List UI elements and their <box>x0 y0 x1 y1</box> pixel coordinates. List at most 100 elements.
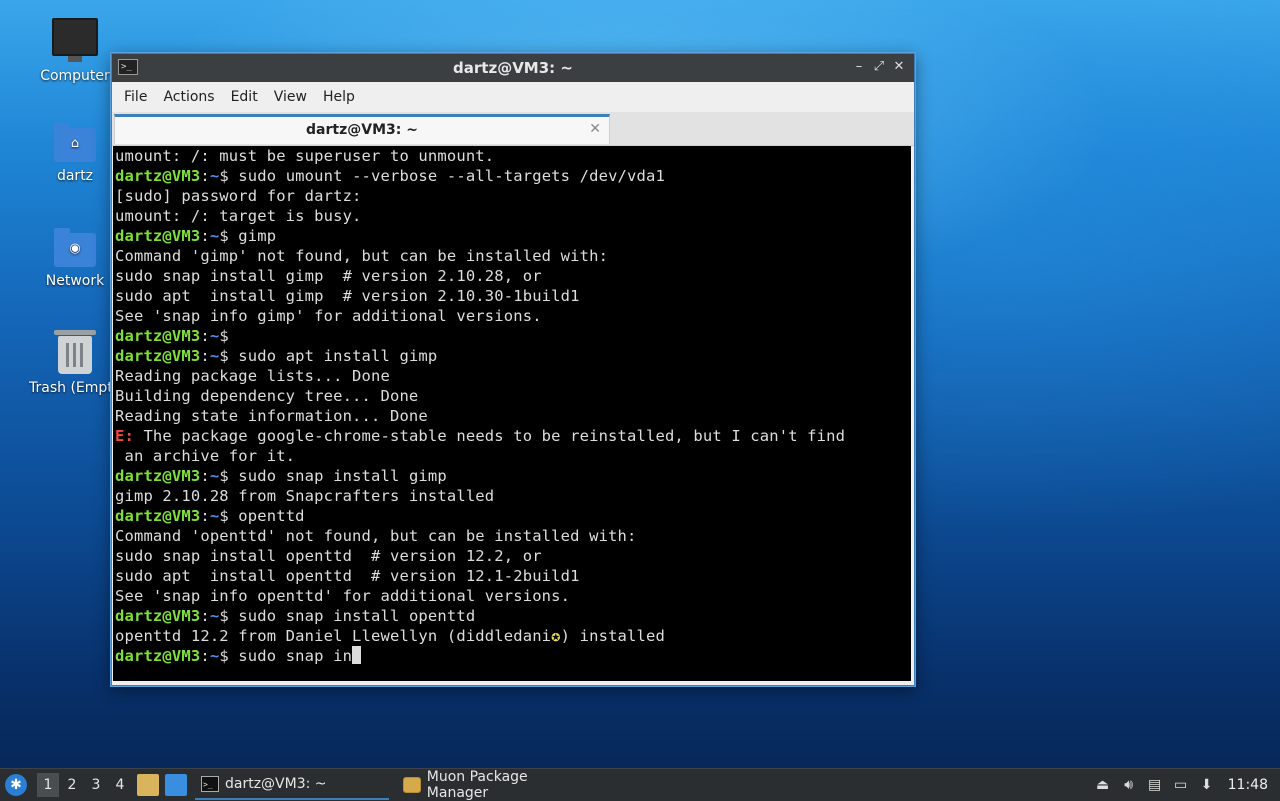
prompt-path: ~ <box>209 647 220 665</box>
minimize-button[interactable]: – <box>850 58 868 76</box>
terminal-line: an archive for it. <box>115 446 911 466</box>
tab-close-icon[interactable]: ✕ <box>589 120 601 138</box>
window-titlebar[interactable]: >_ dartz@VM3: ~ – ⤢ ✕ <box>112 54 914 82</box>
terminal-line: dartz@VM3:~$ gimp <box>115 226 911 246</box>
prompt-user: dartz@VM3 <box>115 347 201 365</box>
network-icon[interactable]: ▭ <box>1172 776 1190 794</box>
volume-icon[interactable]: 🔊︎ <box>1120 776 1138 794</box>
task-label: Muon Package Manager <box>426 769 528 801</box>
terminal-line: Command 'gimp' not found, but can be ins… <box>115 246 911 266</box>
output-text: ) installed <box>560 627 665 645</box>
menu-file[interactable]: File <box>116 82 155 112</box>
terminal-output[interactable]: umount: /: must be superuser to unmount.… <box>113 146 911 681</box>
monitor-icon <box>52 18 98 62</box>
terminal-line: dartz@VM3:~$ sudo apt install gimp <box>115 346 911 366</box>
maximize-button[interactable]: ⤢ <box>870 58 888 76</box>
desktop-icon-network[interactable]: ◉ Network <box>25 228 125 289</box>
terminal-line: dartz@VM3:~$ openttd <box>115 506 911 526</box>
command-text: gimp <box>238 227 277 245</box>
terminal-line: dartz@VM3:~$ sudo snap in <box>115 646 911 666</box>
workspace-1[interactable]: 1 <box>37 773 59 797</box>
terminal-line: dartz@VM3:~$ sudo snap install gimp <box>115 466 911 486</box>
output-text: [sudo] password for dartz: <box>115 187 362 205</box>
prompt-user: dartz@VM3 <box>115 647 201 665</box>
output-text: sudo snap install gimp # version 2.10.28… <box>115 267 542 285</box>
terminal-line: umount: /: must be superuser to unmount. <box>115 146 911 166</box>
tab-terminal[interactable]: dartz@VM3: ~ ✕ <box>114 114 610 144</box>
network-folder-icon: ◉ <box>54 228 96 267</box>
eject-icon[interactable]: ⏏ <box>1094 776 1112 794</box>
terminal-line: sudo snap install openttd # version 12.2… <box>115 546 911 566</box>
file-manager-icon[interactable] <box>137 774 159 796</box>
output-text: umount: /: must be superuser to unmount. <box>115 147 495 165</box>
prompt-user: dartz@VM3 <box>115 507 201 525</box>
prompt-path: ~ <box>209 347 220 365</box>
prompt-separator: : <box>200 227 210 245</box>
prompt-separator: : <box>200 347 210 365</box>
task-terminal[interactable]: >_ dartz@VM3: ~ <box>195 770 389 800</box>
desktop-icon-label: Network <box>45 273 105 289</box>
workspace-3[interactable]: 3 <box>85 773 107 797</box>
output-text: See 'snap info gimp' for additional vers… <box>115 307 542 325</box>
desktop-icon-trash[interactable]: Trash (Empt <box>25 330 125 396</box>
prompt-symbol: $ <box>219 647 239 665</box>
update-notifier-icon[interactable]: ⬇ <box>1198 776 1216 794</box>
command-text: sudo umount --verbose --all-targets /dev… <box>238 167 665 185</box>
terminal-line: E: The package google-chrome-stable need… <box>115 426 911 446</box>
terminal-line: Building dependency tree... Done <box>115 386 911 406</box>
prompt-separator: : <box>200 167 210 185</box>
workspace-2[interactable]: 2 <box>61 773 83 797</box>
taskbar: ✱ 1 2 3 4 >_ dartz@VM3: ~ Muon Package M… <box>0 768 1280 801</box>
desktop-icon-home[interactable]: ⌂ dartz <box>25 123 125 184</box>
error-prefix: E: <box>115 427 134 445</box>
output-text: sudo apt install openttd # version 12.1-… <box>115 567 580 585</box>
terminal-line: sudo apt install openttd # version 12.1-… <box>115 566 911 586</box>
terminal-line: openttd 12.2 from Daniel Llewellyn (didd… <box>115 626 911 646</box>
command-text: sudo snap install openttd <box>238 607 476 625</box>
output-text: See 'snap info openttd' for additional v… <box>115 587 571 605</box>
task-muon[interactable]: Muon Package Manager <box>397 769 597 801</box>
terminal-line: Reading state information... Done <box>115 406 911 426</box>
terminal-line: Reading package lists... Done <box>115 366 911 386</box>
show-desktop-icon[interactable] <box>165 774 187 796</box>
close-button[interactable]: ✕ <box>890 58 908 76</box>
trash-icon <box>54 330 96 374</box>
output-text: The package google-chrome-stable needs t… <box>133 427 846 445</box>
menu-edit[interactable]: Edit <box>223 82 266 112</box>
output-text: Command 'openttd' not found, but can be … <box>115 527 637 545</box>
output-text: Reading package lists... Done <box>115 367 390 385</box>
menu-bar: File Actions Edit View Help <box>112 82 914 112</box>
prompt-separator: : <box>200 647 210 665</box>
desktop-icon-computer[interactable]: Computer <box>25 18 125 84</box>
prompt-symbol: $ <box>219 347 239 365</box>
terminal-window: >_ dartz@VM3: ~ – ⤢ ✕ File Actions Edit … <box>111 53 915 686</box>
clipboard-icon[interactable]: ▤ <box>1146 776 1164 794</box>
menu-view[interactable]: View <box>266 82 315 112</box>
prompt-user: dartz@VM3 <box>115 167 201 185</box>
start-menu-icon[interactable]: ✱ <box>5 774 27 796</box>
prompt-separator: : <box>200 607 210 625</box>
prompt-user: dartz@VM3 <box>115 607 201 625</box>
menu-actions[interactable]: Actions <box>155 82 222 112</box>
desktop-icon-label: Computer <box>40 68 110 84</box>
terminal-line: sudo apt install gimp # version 2.10.30-… <box>115 286 911 306</box>
output-text: sudo apt install gimp # version 2.10.30-… <box>115 287 580 305</box>
output-text: Command 'gimp' not found, but can be ins… <box>115 247 609 265</box>
workspace-4[interactable]: 4 <box>109 773 131 797</box>
prompt-symbol: $ <box>219 467 239 485</box>
output-text: Reading state information... Done <box>115 407 428 425</box>
prompt-path: ~ <box>209 607 220 625</box>
clock[interactable]: 11:48 <box>1228 777 1268 793</box>
prompt-path: ~ <box>209 167 220 185</box>
prompt-path: ~ <box>209 227 220 245</box>
terminal-line: dartz@VM3:~$ <box>115 326 911 346</box>
terminal-line: dartz@VM3:~$ sudo umount --verbose --all… <box>115 166 911 186</box>
output-text: an archive for it. <box>115 447 296 465</box>
prompt-path: ~ <box>209 507 220 525</box>
menu-help[interactable]: Help <box>315 82 363 112</box>
system-tray: ⏏ 🔊︎ ▤ ▭ ⬇ 11:48 <box>1086 776 1280 794</box>
home-folder-icon: ⌂ <box>54 123 96 162</box>
output-text: gimp 2.10.28 from Snapcrafters installed <box>115 487 495 505</box>
task-label: dartz@VM3: ~ <box>225 776 327 792</box>
prompt-symbol: $ <box>219 227 239 245</box>
